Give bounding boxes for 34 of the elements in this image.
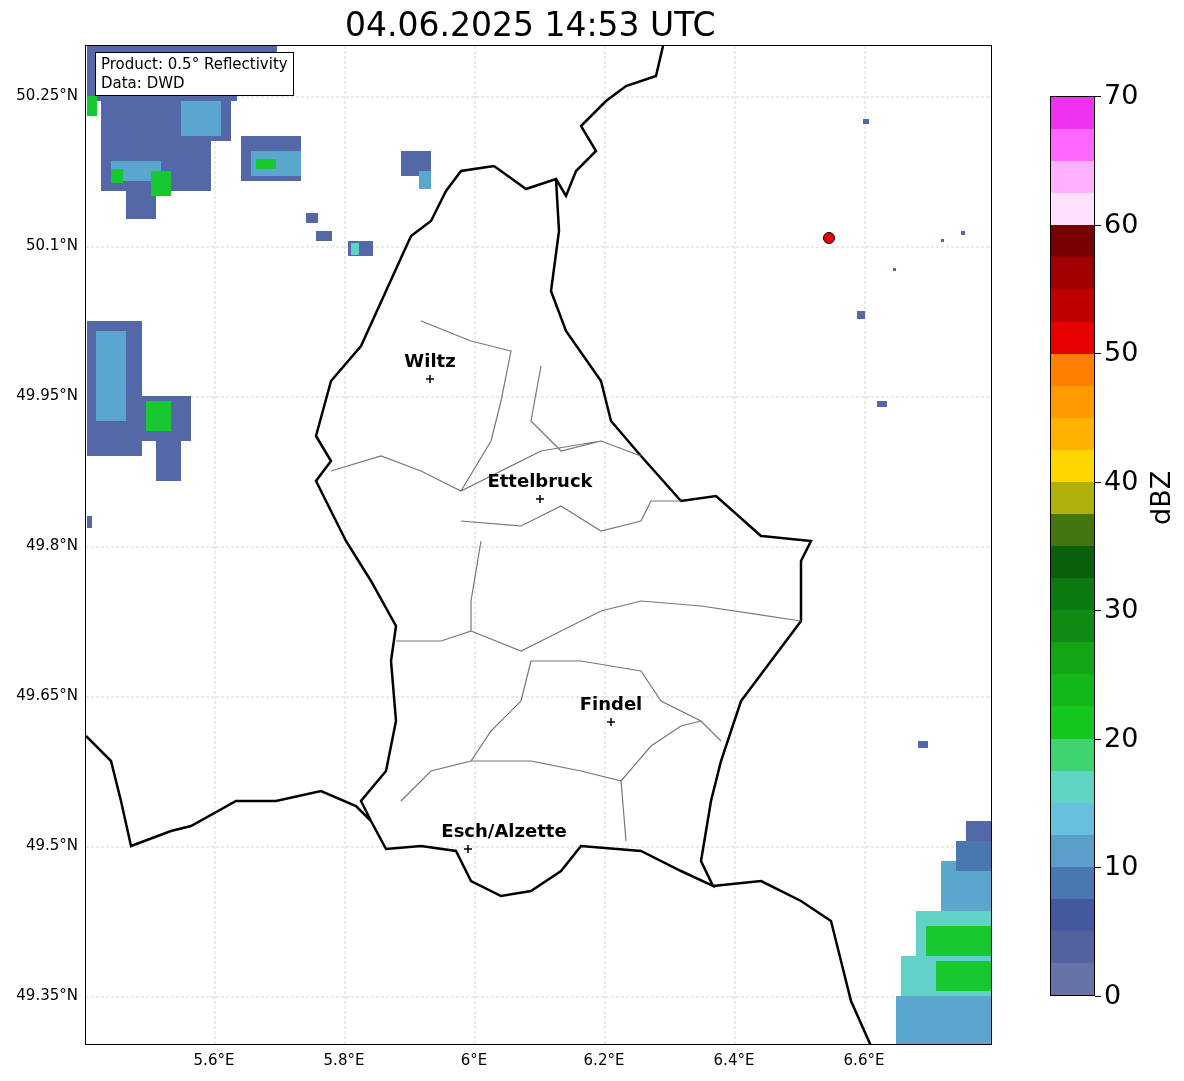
latitude-label: 49.5°N [25,836,78,854]
longitude-label: 5.6°E [193,1051,235,1069]
colorbar-tick-label: 40 [1104,465,1139,496]
longitude-label: 6.4°E [713,1051,755,1069]
colorbar-tick-label: 60 [1104,208,1139,239]
colorbar-tick-label: 0 [1104,980,1122,1010]
city-label: Findel [579,693,643,714]
info-text: Product: 0.5° Reflectivity [101,55,288,74]
city-marker-icon [606,717,616,727]
latitude-label: 49.95°N [16,386,78,404]
longitude-label: 6.2°E [583,1051,625,1069]
colorbar-title: dBZ [1145,470,1176,525]
longitude-label: 5.8°E [323,1051,365,1069]
longitude-label: 6.6°E [843,1051,885,1069]
city-marker-icon [463,844,473,854]
colorbar-tick-label: 30 [1104,594,1139,625]
city-label: Ettelbruck [487,470,593,491]
colorbar-tick-label: 50 [1104,337,1139,368]
colorbar-tick-label: 20 [1104,722,1139,753]
latitude-label: 50.25°N [16,86,78,104]
chart-title: 04.06.2025 14:53 UTC [345,5,716,45]
latitude-label: 49.35°N [16,986,78,1004]
city-label: Esch/Alzette [441,820,567,841]
latitude-label: 50.1°N [25,236,78,254]
info-text: Data: DWD [101,74,186,93]
city-marker-icon [535,494,545,504]
colorbar-tick-label: 10 [1104,851,1139,882]
longitude-label: 6°E [460,1051,488,1069]
city-marker-icon [425,374,435,384]
latitude-label: 49.65°N [16,686,78,704]
latitude-label: 49.8°N [25,536,78,554]
city-label: Wiltz [404,350,456,371]
tick-mark [1095,996,1101,997]
colorbar-tick-label: 70 [1104,80,1139,110]
